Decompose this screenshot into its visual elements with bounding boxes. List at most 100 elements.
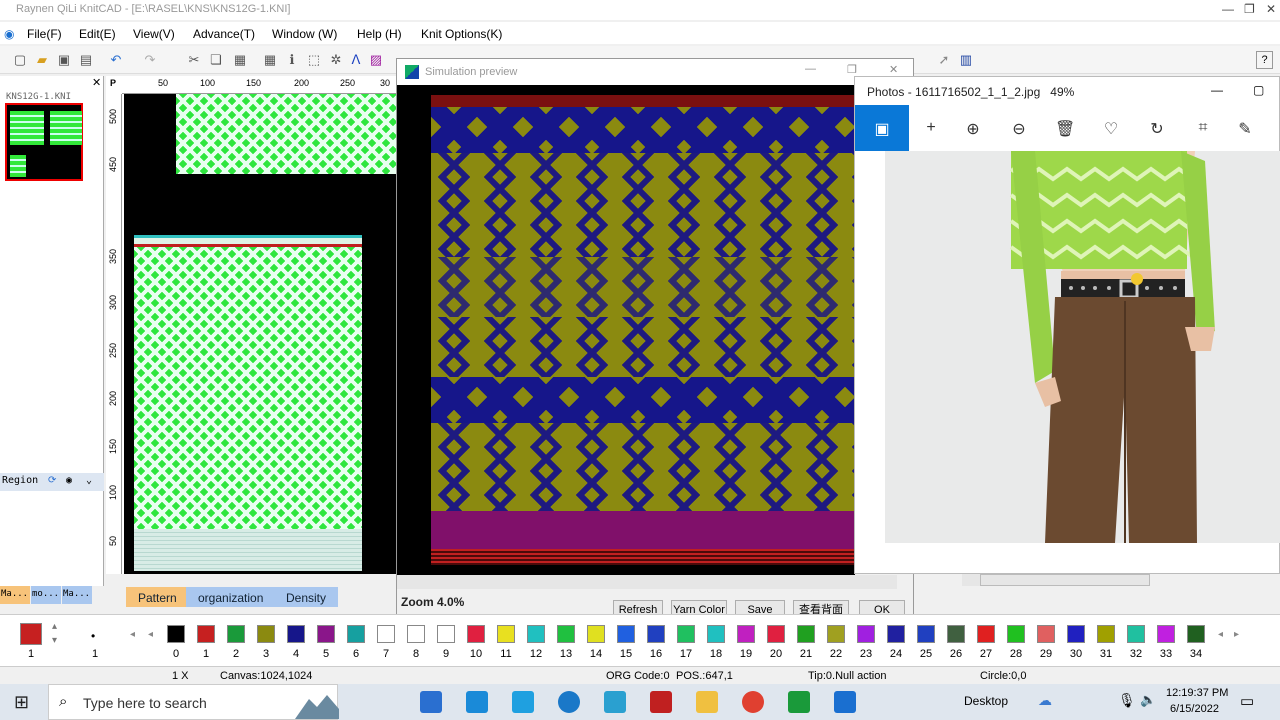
pattern-canvas[interactable]	[124, 94, 396, 574]
color-swatch-9[interactable]	[437, 625, 455, 643]
color-swatch-1[interactable]	[197, 625, 215, 643]
tab-organization[interactable]: organization	[186, 587, 276, 607]
paste-icon[interactable]: ▦	[232, 52, 248, 68]
rotate-icon[interactable]: ↻	[1147, 119, 1167, 139]
color-swatch-32[interactable]	[1127, 625, 1145, 643]
favorite-icon[interactable]: ♡	[1101, 119, 1121, 139]
simulation-icon[interactable]: ᐱ	[348, 52, 364, 68]
color-swatch-4[interactable]	[287, 625, 305, 643]
knitcad-icon[interactable]	[788, 691, 810, 713]
mail-icon[interactable]	[466, 691, 488, 713]
undo-icon[interactable]: ↶	[108, 52, 124, 68]
edge-icon[interactable]	[558, 691, 580, 713]
zoom-in-icon[interactable]: ⊕	[963, 119, 983, 139]
menu-window[interactable]: Window (W)	[272, 27, 337, 41]
tab-density[interactable]: Density	[274, 587, 339, 607]
scroll-left-icon[interactable]: ◂	[130, 629, 135, 640]
color-swatch-7[interactable]	[377, 625, 395, 643]
mic-icon[interactable]: 🎙	[1118, 692, 1136, 709]
copy-icon[interactable]: ❏	[208, 52, 224, 68]
info-icon[interactable]: ℹ	[284, 52, 300, 68]
simulation-view[interactable]	[397, 85, 855, 575]
file-thumbnail[interactable]	[5, 103, 83, 181]
eye-icon[interactable]: ◉	[66, 475, 72, 486]
save-all-icon[interactable]: ▤	[78, 52, 94, 68]
color-swatch-34[interactable]	[1187, 625, 1205, 643]
barcode-icon[interactable]: ▥	[958, 52, 974, 68]
photos-minimize-icon[interactable]: —	[1211, 83, 1223, 97]
menu-edit[interactable]: Edit(E)	[79, 27, 116, 41]
color-swatch-26[interactable]	[947, 625, 965, 643]
volume-icon[interactable]: 🔈	[1140, 692, 1156, 708]
tab-mo[interactable]: mo...	[31, 586, 61, 604]
scroll-left-icon-2[interactable]: ◂	[148, 629, 153, 640]
crop-icon[interactable]: ⌗	[1193, 119, 1213, 137]
tab-pattern[interactable]: Pattern	[126, 587, 189, 607]
color-swatch-13[interactable]	[557, 625, 575, 643]
preview-icon[interactable]: ▨	[368, 52, 384, 68]
color-swatch-23[interactable]	[857, 625, 875, 643]
clock-date[interactable]: 6/15/2022	[1170, 703, 1219, 715]
color-swatch-33[interactable]	[1157, 625, 1175, 643]
zoom-out-icon[interactable]: ⊖	[1009, 119, 1029, 139]
color-swatch-22[interactable]	[827, 625, 845, 643]
color-swatch-15[interactable]	[617, 625, 635, 643]
color-swatch-14[interactable]	[587, 625, 605, 643]
tab-ma-2[interactable]: Ma...	[62, 586, 92, 604]
sim-close-icon[interactable]: ✕	[889, 63, 898, 76]
redo-icon[interactable]: ↷	[142, 52, 158, 68]
color-swatch-30[interactable]	[1067, 625, 1085, 643]
export-icon[interactable]: ➚	[936, 52, 952, 68]
app-icon-1[interactable]	[512, 691, 534, 713]
scroll-right-icon-2[interactable]: ▸	[1234, 629, 1239, 640]
color-swatch-17[interactable]	[677, 625, 695, 643]
sim-maximize-icon[interactable]: ❐	[847, 63, 857, 76]
color-swatch-21[interactable]	[797, 625, 815, 643]
add-icon[interactable]: +	[921, 119, 941, 137]
color-swatch-3[interactable]	[257, 625, 275, 643]
color-swatch-27[interactable]	[977, 625, 995, 643]
menu-file[interactable]: File(F)	[27, 27, 62, 41]
windows-start-icon[interactable]: ⊞	[14, 692, 29, 713]
current-color-swatch[interactable]	[20, 623, 42, 645]
desktop-label[interactable]: Desktop	[964, 694, 1008, 708]
menu-help[interactable]: Help (H)	[357, 27, 402, 41]
delete-icon[interactable]: 🗑	[1055, 119, 1075, 139]
maximize-icon[interactable]: ❐	[1244, 2, 1255, 16]
open-folder-icon[interactable]: ▰	[34, 52, 50, 68]
color-swatch-29[interactable]	[1037, 625, 1055, 643]
color-swatch-20[interactable]	[767, 625, 785, 643]
color-swatch-10[interactable]	[467, 625, 485, 643]
color-swatch-31[interactable]	[1097, 625, 1115, 643]
grid-icon[interactable]: ▦	[262, 52, 278, 68]
color-swatch-16[interactable]	[647, 625, 665, 643]
close-icon[interactable]: ✕	[1266, 2, 1276, 16]
right-hscrollbar-2[interactable]	[980, 574, 1150, 586]
menu-knit-options[interactable]: Knit Options(K)	[421, 27, 502, 41]
help-button[interactable]: ?	[1256, 51, 1273, 69]
clock-time[interactable]: 12:19:37 PM	[1166, 687, 1228, 699]
notification-icon[interactable]: ▭	[1240, 692, 1254, 710]
photos-icon[interactable]	[834, 691, 856, 713]
sim-minimize-icon[interactable]: —	[805, 63, 816, 75]
color-swatch-8[interactable]	[407, 625, 425, 643]
select-icon[interactable]: ⬚	[306, 52, 322, 68]
task-view-icon[interactable]	[420, 691, 442, 713]
scroll-right-icon[interactable]: ◂	[1218, 629, 1223, 640]
app-icon-2[interactable]	[604, 691, 626, 713]
spin-up-icon[interactable]: ▴	[52, 621, 57, 632]
new-file-icon[interactable]: ▢	[12, 52, 28, 68]
close-panel-icon[interactable]: ✕	[92, 76, 101, 89]
chevron-down-icon[interactable]: ⌄	[86, 475, 92, 486]
shield-icon[interactable]	[650, 691, 672, 713]
refresh-icon[interactable]: ⟳	[48, 475, 56, 486]
color-swatch-18[interactable]	[707, 625, 725, 643]
weather-icon[interactable]: ☁	[1038, 692, 1052, 709]
color-swatch-19[interactable]	[737, 625, 755, 643]
chrome-icon[interactable]	[742, 691, 764, 713]
file-explorer-icon[interactable]	[696, 691, 718, 713]
pattern-tool-icon[interactable]: ✲	[328, 52, 344, 68]
edit-icon[interactable]: ✎	[1235, 119, 1255, 139]
color-swatch-25[interactable]	[917, 625, 935, 643]
color-swatch-0[interactable]	[167, 625, 185, 643]
